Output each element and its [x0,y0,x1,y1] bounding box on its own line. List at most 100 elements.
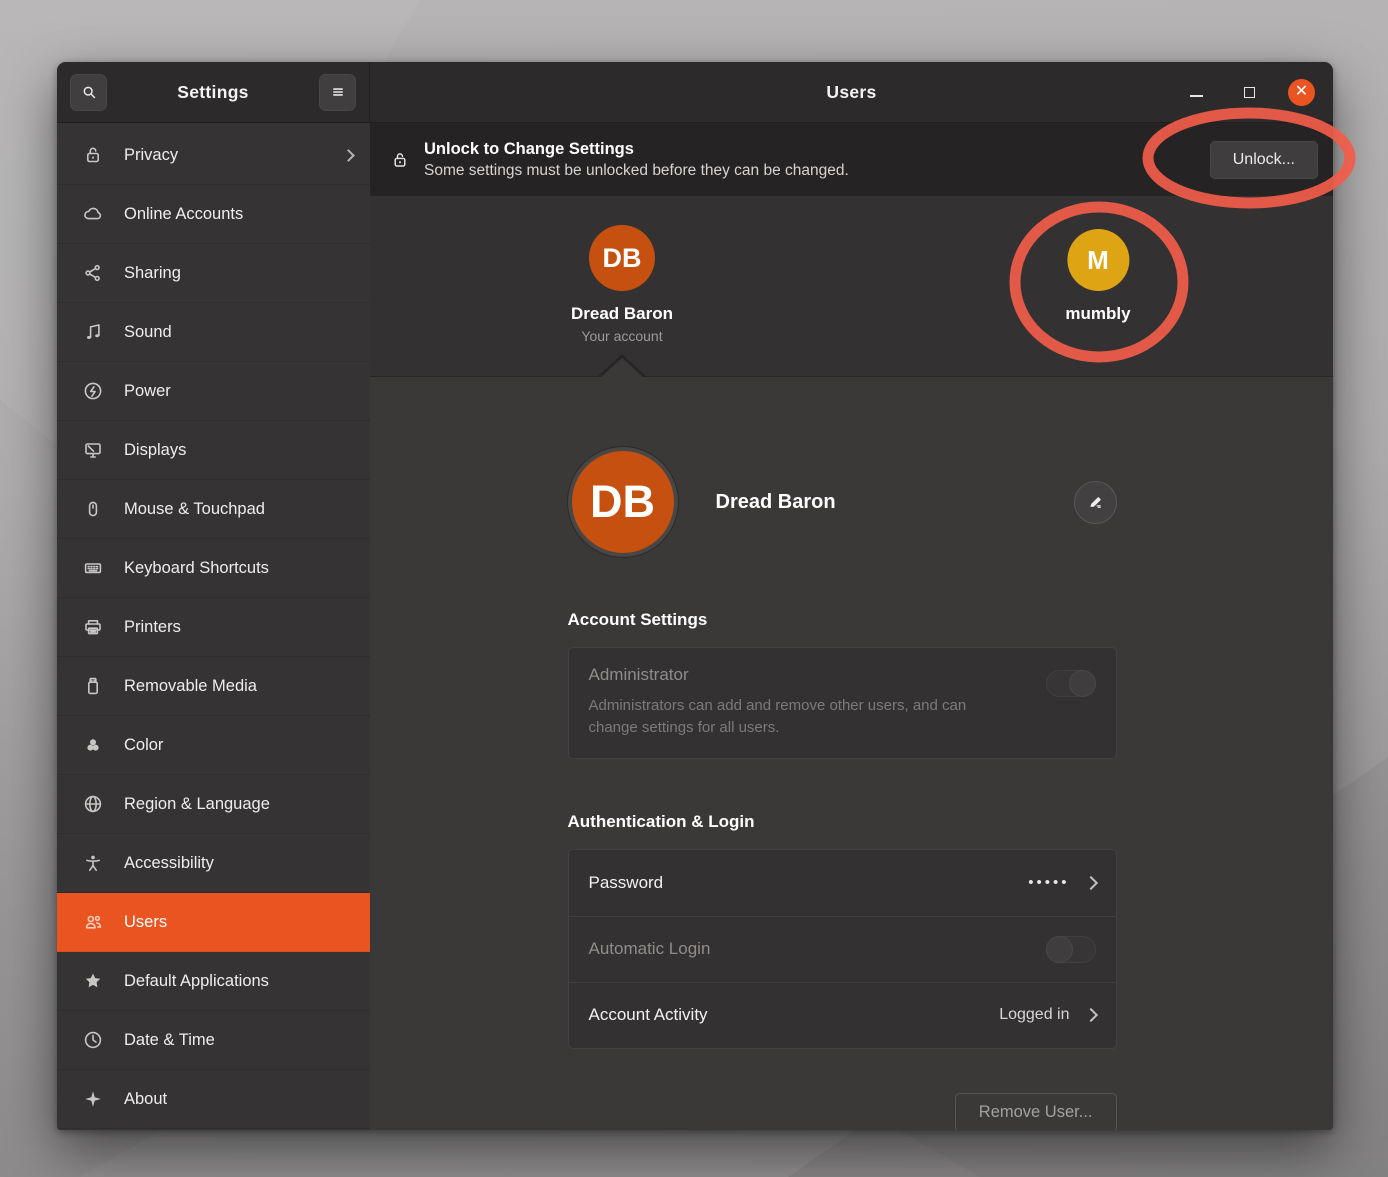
sidebar-item-printers[interactable]: Printers [57,598,370,657]
sidebar-item-label: Privacy [124,146,344,165]
sidebar-item-power[interactable]: Power [57,362,370,421]
users-icon [81,910,105,934]
display-icon [81,438,105,462]
minimize-button[interactable] [1182,78,1210,106]
sidebar-item-label: Sharing [124,264,353,283]
color-icon [81,733,105,757]
banner-title: Unlock to Change Settings [424,140,1210,159]
sidebar-item-about[interactable]: About [57,1070,370,1129]
sidebar-item-label: Power [124,382,353,401]
sidebar-item-removable-media[interactable]: Removable Media [57,657,370,716]
power-icon [81,379,105,403]
sidebar-titlebar: Settings [57,62,370,123]
banner-text: Unlock to Change Settings Some settings … [424,140,1210,180]
sidebar-title: Settings [177,82,248,103]
account-activity-row[interactable]: Account Activity Logged in [569,982,1116,1048]
avatar-dread-baron: DB [589,225,655,291]
sidebar-item-sound[interactable]: Sound [57,303,370,362]
lock-icon [389,149,411,171]
sidebar-item-label: Color [124,736,353,755]
sidebar: Privacy Online Accounts Sharing Sound Power D… [57,123,370,1130]
chevron-right-icon [342,149,355,162]
user-tab-mumbly[interactable]: M mumbly [1065,229,1130,324]
sidebar-item-accessibility[interactable]: Accessibility [57,834,370,893]
search-button[interactable] [70,74,107,111]
account-activity-label: Account Activity [589,1005,1000,1025]
usb-icon [81,674,105,698]
sidebar-item-label: Keyboard Shortcuts [124,559,353,578]
maximize-button[interactable] [1235,78,1263,106]
automatic-login-toggle[interactable] [1046,936,1096,963]
hamburger-icon [328,82,348,102]
sidebar-item-label: Mouse & Touchpad [124,500,353,519]
globe-icon [81,792,105,816]
administrator-description: Administrators can add and remove other … [589,695,1019,739]
password-masked-value: ••••• [1028,874,1069,891]
account-activity-value: Logged in [999,1006,1069,1024]
sidebar-item-mouse-touchpad[interactable]: Mouse & Touchpad [57,480,370,539]
sidebar-item-label: Region & Language [124,795,353,814]
edit-name-button[interactable] [1074,481,1117,524]
password-label: Password [589,873,1029,893]
password-row[interactable]: Password ••••• [569,850,1116,916]
unlock-button[interactable]: Unlock... [1210,141,1318,179]
mouse-icon [81,497,105,521]
keyboard-icon [81,556,105,580]
person-icon [81,851,105,875]
page-title: Users [826,82,876,103]
minimize-icon [1190,95,1203,97]
sidebar-item-sharing[interactable]: Sharing [57,244,370,303]
share-icon [81,261,105,285]
pencil-icon [1084,491,1106,513]
administrator-toggle[interactable] [1046,670,1096,697]
menu-button[interactable] [319,74,356,111]
section-heading-account-settings: Account Settings [568,610,1117,630]
sidebar-item-label: Printers [124,618,353,637]
profile-name: Dread Baron [716,491,1074,514]
sidebar-item-date-time[interactable]: Date & Time [57,1011,370,1070]
profile-avatar[interactable]: DB [568,447,678,557]
banner-subtitle: Some settings must be unlocked before th… [424,162,1210,180]
auth-login-card: Password ••••• Automatic Login Account A… [568,849,1117,1049]
section-heading-auth-login: Authentication & Login [568,812,1117,832]
close-button[interactable]: ✕ [1288,79,1315,106]
printer-icon [81,615,105,639]
sidebar-item-label: Displays [124,441,353,460]
sidebar-item-label: Default Applications [124,972,353,991]
close-icon: ✕ [1295,84,1308,100]
sidebar-item-online-accounts[interactable]: Online Accounts [57,185,370,244]
administrator-row: Administrator Administrators can add and… [568,647,1117,759]
star-icon [81,969,105,993]
user-tab-dread-baron[interactable]: DB Dread Baron Your account [571,225,673,344]
sidebar-item-region-language[interactable]: Region & Language [57,775,370,834]
chevron-right-icon [1083,1008,1097,1022]
main-titlebar: Users ✕ [370,62,1333,123]
sidebar-item-keyboard-shortcuts[interactable]: Keyboard Shortcuts [57,539,370,598]
user-name: Dread Baron [571,304,673,324]
user-name: mumbly [1065,304,1130,324]
chevron-right-icon [1083,875,1097,889]
administrator-label: Administrator [589,665,1096,685]
maximize-icon [1244,87,1255,98]
automatic-login-row: Automatic Login [569,916,1116,982]
user-subtitle: Your account [581,328,662,344]
remove-user-button[interactable]: Remove User... [955,1093,1117,1131]
sidebar-item-label: Date & Time [124,1031,353,1050]
sidebar-item-privacy[interactable]: Privacy [57,126,370,185]
sidebar-item-color[interactable]: Color [57,716,370,775]
sidebar-item-label: Online Accounts [124,205,353,224]
search-icon [79,82,99,102]
avatar-mumbly: M [1067,229,1129,291]
sidebar-item-default-apps[interactable]: Default Applications [57,952,370,1011]
sidebar-item-users[interactable]: Users [57,893,370,952]
settings-window: Settings Users ✕ Privacy Online Accounts S… [57,62,1333,1130]
sidebar-item-label: Sound [124,323,353,342]
cloud-icon [81,202,105,226]
sidebar-item-label: Accessibility [124,854,353,873]
automatic-login-label: Automatic Login [589,939,1046,959]
sparkle-icon [81,1087,105,1111]
sidebar-item-label: Users [124,913,353,932]
unlock-banner: Unlock to Change Settings Some settings … [370,123,1333,196]
sidebar-item-displays[interactable]: Displays [57,421,370,480]
sidebar-item-label: About [124,1090,353,1109]
